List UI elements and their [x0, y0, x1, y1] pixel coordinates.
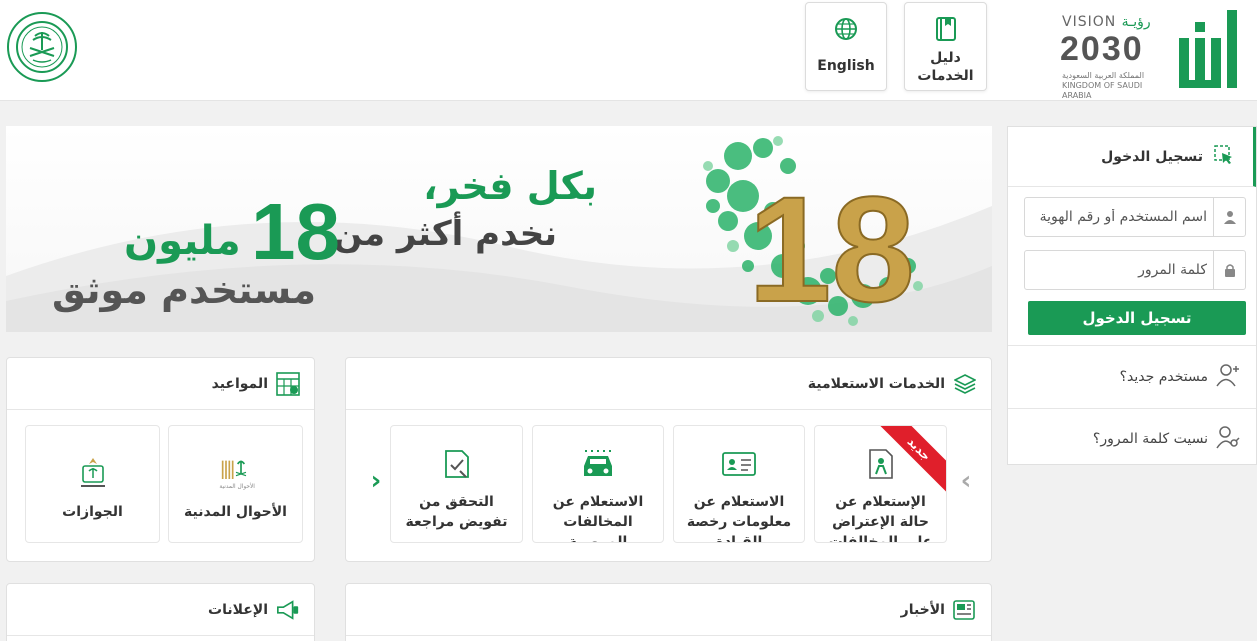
password-field[interactable] — [1024, 250, 1246, 290]
user-key-icon — [1216, 425, 1240, 453]
vision-year: 2030 — [1060, 30, 1144, 68]
absher-logo[interactable] — [1175, 4, 1241, 94]
megaphone-icon — [276, 598, 300, 622]
art-18-text: 18 — [748, 165, 915, 332]
english-label: English — [817, 58, 875, 74]
palm-swords-icon — [16, 21, 68, 73]
login-header: تسجيل الدخول — [1008, 127, 1256, 187]
inquiry-item-label: الاستعلام عن المخالفات المرورية — [552, 494, 644, 543]
announcements-card: الإعلانات — [6, 583, 315, 641]
announcements-title: الإعلانات — [208, 601, 268, 618]
top-header: English دليل الخدمات VISION رؤيـة 2030 ا… — [0, 0, 1257, 101]
user-icon — [1213, 198, 1245, 236]
calendar-add-icon — [276, 371, 300, 396]
globe-icon — [832, 15, 860, 43]
login-submit-button[interactable]: تسجيل الدخول — [1028, 301, 1246, 335]
appointment-label: الأحوال المدنية — [184, 504, 287, 520]
forgot-password-link[interactable]: نسيت كلمة المرور؟ — [1093, 425, 1240, 453]
lock-icon — [1213, 251, 1245, 289]
civil-affairs-logo-icon: الأحوال المدنية — [216, 454, 256, 494]
banner-million: مليون — [124, 218, 241, 264]
new-user-label: مستخدم جديد؟ — [1119, 369, 1208, 385]
cursor-click-icon — [1213, 144, 1235, 170]
passports-emblem-icon — [73, 454, 113, 494]
inquiry-services-card: الخدمات الاستعلامية ‹ جديد الإستعلام عن … — [345, 357, 992, 562]
inquiry-item-label: الاستعلام عن معلومات رخصة القيادة — [686, 494, 792, 543]
new-user-link[interactable]: مستخدم جديد؟ — [1120, 363, 1240, 391]
vision-kingdom-ar: المملكة العربية السعودية — [1062, 71, 1145, 80]
english-language-button[interactable]: English — [805, 2, 887, 91]
absher-logo-icon — [1179, 10, 1237, 88]
password-input[interactable] — [1025, 252, 1213, 288]
banner-line1: بكل فخر، — [423, 164, 597, 208]
appointments-card: المواعيد الأحوال المدنية الأحوال المدنية… — [6, 357, 315, 562]
news-title: الأخبار — [900, 601, 945, 618]
appointment-passports[interactable]: الجوازات — [25, 425, 160, 543]
appointments-title: المواعيد — [211, 375, 268, 392]
civil-affairs-logo-text: الأحوال المدنية — [219, 482, 255, 490]
services-guide-button[interactable]: دليل الخدمات — [904, 2, 987, 91]
forgot-password-label: نسيت كلمة المرور؟ — [1092, 431, 1208, 447]
inquiry-item-label: التحقق من تفويض مراجعة — [405, 494, 508, 530]
person-document-icon — [863, 446, 899, 482]
inquiry-item-objection-status[interactable]: جديد الإستعلام عن حالة الإعتراض على المخ… — [814, 425, 947, 543]
vision-text: VISION — [1062, 14, 1117, 30]
carousel-prev-arrow[interactable]: ‹ — [956, 466, 976, 496]
ministry-emblem[interactable] — [7, 12, 77, 82]
vision-kingdom-en: KINGDOM OF SAUDI ARABIA — [1062, 81, 1143, 100]
newspaper-icon — [953, 598, 977, 622]
id-card-icon — [721, 446, 757, 482]
username-field[interactable] — [1024, 197, 1246, 237]
inquiry-services-title: الخدمات الاستعلامية — [807, 375, 945, 392]
saudi-map-18-art: 18 — [703, 136, 923, 332]
login-title: تسجيل الدخول — [1101, 148, 1203, 165]
appointments-header: المواعيد — [7, 358, 314, 410]
announcements-header: الإعلانات — [7, 584, 314, 636]
inquiry-item-authorization-check[interactable]: التحقق من تفويض مراجعة — [390, 425, 523, 543]
car-icon — [580, 446, 616, 482]
inquiry-item-traffic-violations[interactable]: الاستعلام عن المخالفات المرورية — [532, 425, 664, 543]
carousel-next-arrow[interactable]: › — [366, 466, 386, 496]
add-user-icon — [1216, 363, 1240, 391]
news-card: الأخبار — [345, 583, 992, 641]
vision-2030-logo: VISION رؤيـة 2030 المملكة العربية السعود… — [1058, 14, 1170, 100]
login-panel: تسجيل الدخول تسجيل الدخول مستخدم جديد؟ ن… — [1007, 126, 1257, 465]
hero-banner: بكل فخر، نخدم أكثر من 18 مليون مستخدم مو… — [6, 126, 992, 332]
news-header: الأخبار — [346, 584, 991, 636]
banner-number: 18 — [251, 187, 340, 276]
banner-line2: نخدم أكثر من — [333, 214, 557, 254]
layers-icon — [953, 372, 977, 396]
inquiry-item-label: الإستعلام عن حالة الإعتراض على المخالفات — [828, 494, 933, 543]
services-guide-label: دليل الخدمات — [917, 50, 974, 84]
username-input[interactable] — [1025, 199, 1213, 235]
book-icon — [932, 15, 960, 43]
vision-arabic: رؤيـة — [1121, 14, 1151, 30]
appointment-label: الجوازات — [62, 504, 123, 520]
inquiry-item-license-info[interactable]: الاستعلام عن معلومات رخصة القيادة — [673, 425, 805, 543]
appointment-civil-affairs[interactable]: الأحوال المدنية الأحوال المدنية — [168, 425, 303, 543]
document-check-icon — [439, 446, 475, 482]
banner-line3: مستخدم موثق — [52, 268, 316, 312]
inquiry-services-header: الخدمات الاستعلامية — [346, 358, 991, 410]
